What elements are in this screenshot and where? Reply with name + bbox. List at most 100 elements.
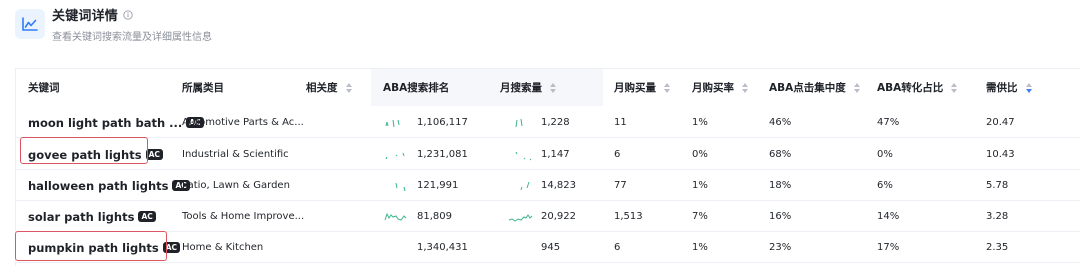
table-row[interactable]: halloween path lights AC Patio, Lawn & G… [16,170,1080,201]
sparkline-icon [384,212,407,221]
monthly-search-value: 20,922 [541,211,576,222]
aba-rank-value: 1,106,117 [417,117,468,128]
purchase-rate-cell: 1% [692,180,708,191]
sort-arrows-icon[interactable] [741,82,749,94]
monthly-search-cell: 945 [541,232,560,263]
keyword-text[interactable]: moon light path bath ... [28,116,182,130]
click-concentration-cell: 23% [769,242,792,253]
monthly-purchase-cell: 11 [614,117,627,128]
column-header-label: 月购买量 [614,82,656,94]
monthly-search-cell: 1,228 [508,107,570,138]
table-row[interactable]: pumpkin path lights AC Home & Kitchen 1,… [16,232,1080,263]
monthly-search-cell: 1,147 [508,139,570,170]
panel-header: 关键词详情 查看关键词搜索流量及详细属性信息 [15,6,212,43]
column-header-label: ABA点击集中度 [769,82,846,94]
monthly-purchase-cell: 6 [614,242,621,253]
aba-rank-value: 1,231,081 [417,149,468,160]
supply-demand-cell: 20.47 [986,117,1015,128]
column-header-label: ABA搜索排名 [383,82,450,94]
column-header-click-concentration[interactable]: ABA点击集中度 [769,69,879,106]
supply-demand-cell: 2.35 [986,242,1009,253]
category-cell: Tools & Home Improve... [182,211,305,222]
column-header-aba-rank: ABA搜索排名 [371,69,490,106]
table-row[interactable]: moon light path bath ... AC Automotive P… [16,107,1080,138]
column-header-relevance[interactable]: 相关度 [306,69,366,106]
monthly-search-value: 1,147 [541,149,570,160]
column-header-category: 所属类目 [182,69,302,106]
sparkline-icon [385,152,405,159]
info-circle-icon[interactable] [122,9,133,20]
ac-badge: AC [145,149,163,160]
category-cell: Home & Kitchen [182,242,264,253]
aba-rank-cell: 1,231,081 [384,139,468,170]
click-concentration-cell: 46% [769,117,792,128]
sort-arrows-icon[interactable] [1025,82,1033,94]
category-cell: Patio, Lawn & Garden [182,180,290,191]
column-header-label: 月搜索量 [500,82,542,94]
purchase-rate-cell: 7% [692,211,708,222]
supply-demand-cell: 10.43 [986,149,1015,160]
column-header-monthly-search[interactable]: 月搜索量 [490,69,603,106]
column-header-label: ABA转化占比 [877,82,944,94]
monthly-search-value: 945 [541,242,561,253]
aba-rank-cell: 1,106,117 [384,107,468,138]
aba-rank-cell: 81,809 [384,201,452,232]
panel-title: 关键词详情 [52,9,119,24]
click-concentration-cell: 18% [769,180,792,191]
column-header-conversion-share[interactable]: ABA转化占比 [877,69,977,106]
column-header-monthly-purchase[interactable]: 月购买量 [614,69,684,106]
click-concentration-cell: 16% [769,211,792,222]
monthly-search-cell: 14,823 [508,170,576,201]
supply-demand-cell: 5.78 [986,180,1009,191]
conversion-share-cell: 6% [877,180,893,191]
aba-rank-value: 121,991 [417,180,459,191]
conversion-share-cell: 17% [877,242,900,253]
column-header-keyword: 关键词 [28,69,168,106]
purchase-rate-cell: 0% [692,149,708,160]
keyword-text[interactable]: halloween path lights [28,179,168,193]
sort-arrows-icon[interactable] [345,82,353,94]
keyword-text[interactable]: solar path lights [28,210,134,224]
category-cell: Automotive Parts & Ac... [182,117,304,128]
keyword-cell[interactable]: solar path lights AC [28,201,156,232]
aba-rank-value: 81,809 [417,211,452,222]
monthly-search-value: 14,823 [541,180,576,191]
sparkline-icon [508,213,533,222]
purchase-rate-cell: 1% [692,117,708,128]
column-header-label: 月购买率 [692,82,734,94]
sort-arrows-icon[interactable] [663,82,671,94]
keyword-cell[interactable]: moon light path bath ... AC [28,107,204,138]
aba-rank-value: 1,340,431 [417,242,468,253]
keyword-cell[interactable]: halloween path lights AC [28,170,190,201]
purchase-rate-cell: 1% [692,242,708,253]
sort-arrows-icon[interactable] [950,82,958,94]
column-header-label: 相关度 [306,82,338,94]
monthly-search-cell: 20,922 [508,201,576,232]
table-row[interactable]: solar path lights AC Tools & Home Improv… [16,201,1080,232]
column-header-purchase-rate[interactable]: 月购买率 [692,69,764,106]
highlight-box [20,137,148,164]
monthly-search-value: 1,228 [541,117,570,128]
sort-arrows-icon[interactable] [853,82,861,94]
conversion-share-cell: 14% [877,211,900,222]
column-header-label: 关键词 [28,82,60,94]
sparkline-icon [395,182,406,191]
conversion-share-cell: 47% [877,117,900,128]
table-header-row: 关键词 所属类目 相关度 ABA搜索排名 月搜索量 月购买量 月购买率 ABA点… [16,69,1080,106]
click-concentration-cell: 68% [769,149,792,160]
monthly-purchase-cell: 77 [614,180,627,191]
line-chart-icon [15,9,45,39]
aba-rank-cell: 121,991 [384,170,458,201]
column-header-supply-demand[interactable]: 需供比 [986,69,1066,106]
table-row[interactable]: govee path lights AC Industrial & Scient… [16,139,1080,170]
column-header-label: 所属类目 [182,82,224,94]
sort-arrows-icon[interactable] [549,82,557,94]
conversion-share-cell: 0% [877,149,893,160]
category-cell: Industrial & Scientific [182,149,289,160]
keyword-table: 关键词 所属类目 相关度 ABA搜索排名 月搜索量 月购买量 月购买率 ABA点… [15,68,1080,266]
sparkline-icon [515,118,523,127]
ac-badge: AC [138,211,156,222]
monthly-purchase-cell: 6 [614,149,621,160]
highlight-box [15,231,167,261]
sparkline-icon [385,119,400,127]
